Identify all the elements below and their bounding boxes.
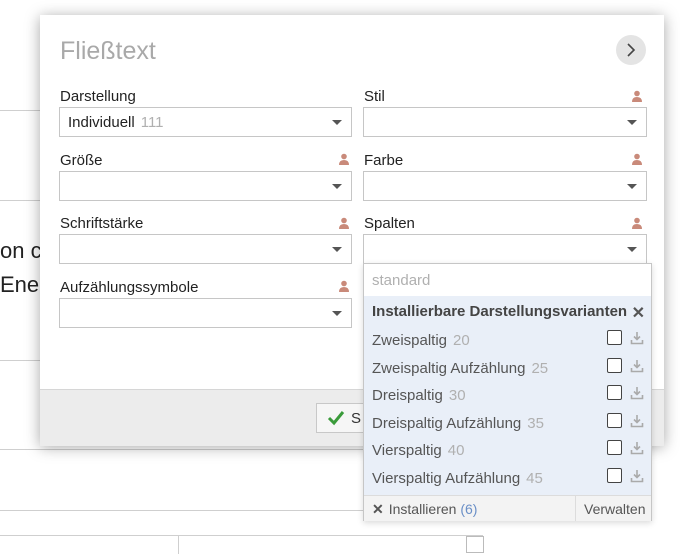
variant-checkbox[interactable]: [607, 468, 622, 483]
person-icon: [339, 280, 349, 292]
chevron-down-icon: [627, 184, 637, 189]
variant-count: 35: [527, 415, 544, 432]
chevron-down-icon: [627, 120, 637, 125]
page-divider: [0, 510, 364, 511]
schriftstaerke-label: Schriftstärke: [60, 215, 144, 232]
variant-label: Zweispaltig Aufzählung: [372, 360, 526, 377]
dropdown-footer: ✕ Installieren (6) Verwalten: [364, 495, 651, 521]
chevron-down-icon: [332, 120, 342, 125]
chevron-down-icon: [332, 247, 342, 252]
spalten-label: Spalten: [364, 215, 415, 232]
farbe-label: Farbe: [364, 152, 404, 169]
table-column-divider: [178, 535, 179, 554]
variant-count: 45: [526, 470, 543, 487]
variant-count: 30: [448, 387, 466, 404]
variant-checkbox[interactable]: [607, 330, 622, 345]
stil-select[interactable]: [363, 107, 647, 137]
variant-checkbox[interactable]: [607, 440, 622, 455]
variant-item[interactable]: Vierspaltig Aufzählung 45: [364, 465, 651, 492]
next-button[interactable]: [616, 35, 646, 65]
manage-label: Verwalten: [584, 500, 646, 517]
dialog-title: Fließtext: [60, 37, 156, 65]
download-icon[interactable]: [630, 414, 644, 428]
person-icon: [632, 153, 642, 165]
manage-button[interactable]: Verwalten: [575, 496, 645, 521]
download-icon[interactable]: [630, 386, 644, 400]
darstellung-label: Darstellung: [60, 88, 136, 105]
download-icon[interactable]: [630, 359, 644, 373]
dropdown-option-standard[interactable]: standard: [372, 272, 430, 289]
variant-item[interactable]: Vierspaltig 40: [364, 437, 651, 464]
download-icon[interactable]: [630, 469, 644, 483]
person-icon: [632, 90, 642, 102]
install-label: Installieren: [388, 501, 457, 517]
download-icon[interactable]: [630, 441, 644, 455]
download-icon[interactable]: [630, 331, 644, 345]
variant-checkbox[interactable]: [607, 413, 622, 428]
person-icon: [339, 217, 349, 229]
variant-label: Vierspaltig Aufzählung: [372, 470, 521, 487]
install-count: (6): [460, 501, 478, 517]
section-title: Installierbare Darstellungsvarianten: [372, 303, 628, 320]
page-divider: [0, 360, 40, 361]
variant-label: Dreispaltig Aufzählung: [372, 415, 522, 432]
darstellung-count: 111: [140, 113, 164, 131]
close-icon: ✕: [372, 501, 384, 517]
aufzaehlungssymbole-select[interactable]: [59, 298, 352, 328]
table-border: [0, 535, 483, 536]
page-text-line: on c: [0, 238, 42, 263]
install-button[interactable]: ✕ Installieren (6): [372, 501, 477, 518]
page-divider: [0, 449, 364, 450]
spalten-dropdown: standard Installierbare Darstellungsvari…: [363, 263, 652, 521]
page-divider: [0, 110, 40, 111]
checkmark-icon: [327, 411, 345, 426]
variant-checkbox[interactable]: [607, 385, 622, 400]
variant-item[interactable]: Dreispaltig 30: [364, 382, 651, 409]
variant-label: Dreispaltig: [372, 387, 443, 404]
close-icon[interactable]: ✕: [632, 303, 645, 323]
chevron-down-icon: [627, 247, 637, 252]
person-icon: [632, 217, 642, 229]
chevron-down-icon: [332, 184, 342, 189]
variant-label: Zweispaltig: [372, 332, 448, 349]
spalten-select[interactable]: [363, 234, 647, 264]
page-divider: [0, 200, 40, 201]
installable-variants-section: Installierbare Darstellungsvarianten ✕ Z…: [364, 296, 651, 495]
variant-label: Vierspaltig: [372, 442, 442, 459]
aufzaehlungssymbole-label: Aufzählungssymbole: [60, 279, 199, 296]
variant-checkbox[interactable]: [607, 358, 622, 373]
variant-count: 40: [447, 442, 465, 459]
groesse-label: Größe: [60, 152, 103, 169]
scrollbar-box[interactable]: [466, 536, 484, 553]
chevron-down-icon: [332, 311, 342, 316]
variant-item[interactable]: Dreispaltig Aufzählung 35: [364, 410, 651, 437]
variant-count: 25: [531, 360, 549, 377]
stil-label: Stil: [364, 88, 385, 105]
variant-item[interactable]: Zweispaltig 20: [364, 327, 651, 354]
variant-item[interactable]: Zweispaltig Aufzählung 25: [364, 355, 651, 382]
person-icon: [339, 153, 349, 165]
groesse-select[interactable]: [59, 171, 352, 201]
save-label: S: [351, 409, 362, 427]
variant-count: 20: [453, 332, 470, 349]
schriftstaerke-select[interactable]: [59, 234, 352, 264]
farbe-select[interactable]: [363, 171, 647, 201]
darstellung-select[interactable]: Individuell 111: [59, 107, 352, 137]
chevron-right-icon: [627, 43, 636, 57]
darstellung-value: Individuell: [68, 113, 135, 131]
